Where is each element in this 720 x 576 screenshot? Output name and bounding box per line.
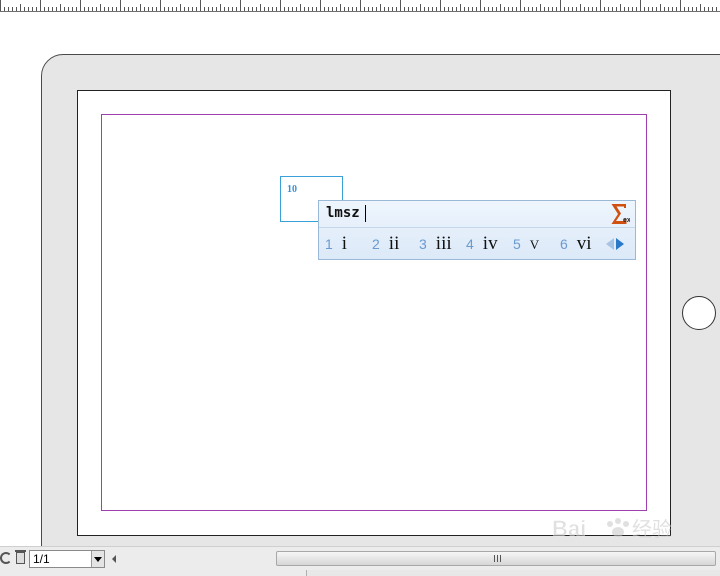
trash-icon[interactable] (15, 550, 26, 564)
arrow-right-icon[interactable] (616, 238, 624, 250)
candidate-index: 4 (466, 235, 474, 252)
candidate-value: ii (388, 232, 400, 254)
candidate-value: vi (576, 232, 592, 254)
arrow-left-icon[interactable] (606, 238, 614, 250)
ruler-ticks (0, 0, 717, 11)
svg-text:Bai: Bai (552, 516, 586, 541)
candidate-1[interactable]: 1 i (325, 228, 347, 259)
candidate-index: 6 (560, 235, 568, 252)
ime-candidate-window[interactable]: lmsz ex 1 i 2 ii 3 iii 4 iv 5 v 6 vi (318, 200, 636, 260)
ime-composition-row: lmsz ex (319, 201, 635, 228)
candidate-6[interactable]: 6 vi (560, 228, 592, 259)
candidate-value: iv (482, 232, 498, 254)
candidate-value: i (341, 232, 348, 254)
candidate-index: 2 (372, 235, 380, 252)
page-selector[interactable]: 1/1 (29, 550, 105, 568)
candidate-index: 3 (419, 235, 427, 252)
candidate-index: 5 (513, 235, 521, 252)
tablet-home-button (682, 296, 716, 330)
scroll-left-icon[interactable] (112, 555, 116, 563)
margin-guide (101, 114, 647, 511)
svg-text:ex: ex (623, 217, 630, 224)
svg-text:经验: 经验 (632, 517, 672, 541)
status-info-strip (306, 570, 720, 576)
chevron-down-icon[interactable] (91, 551, 104, 567)
candidate-value: v (529, 232, 540, 254)
candidate-5[interactable]: 5 v (513, 228, 539, 259)
sigma-icon[interactable]: ex (610, 203, 630, 225)
candidate-value: iii (435, 232, 452, 254)
status-bar: 1/1 (0, 546, 720, 576)
ime-candidate-list: 1 i 2 ii 3 iii 4 iv 5 v 6 vi (319, 228, 635, 259)
refresh-icon[interactable] (0, 552, 12, 564)
candidate-4[interactable]: 4 iv (466, 228, 498, 259)
candidate-index: 1 (325, 235, 333, 252)
ime-composition-text: lmsz (326, 205, 360, 221)
text-frame-content: 10 (287, 184, 297, 195)
page-selector-value: 1/1 (33, 552, 50, 566)
editor-canvas: 10 lmsz ex 1 i 2 ii 3 iii 4 iv 5 v 6 vi … (0, 0, 720, 576)
candidate-2[interactable]: 2 ii (372, 228, 399, 259)
candidate-page-arrows (606, 237, 628, 251)
text-caret (365, 205, 366, 222)
horizontal-scrollbar-thumb[interactable] (276, 551, 716, 566)
top-ruler (0, 0, 720, 12)
candidate-3[interactable]: 3 iii (419, 228, 452, 259)
scrollbar-grip-icon (494, 555, 501, 562)
